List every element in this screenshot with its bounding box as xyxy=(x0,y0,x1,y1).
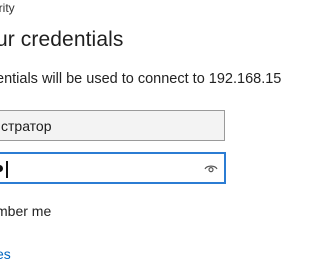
username-value: стратор xyxy=(1,118,52,134)
remember-me-label[interactable]: mber me xyxy=(0,203,51,219)
more-choices-link[interactable]: es xyxy=(0,246,11,262)
dialog-description: entials will be used to connect to 192.1… xyxy=(0,71,282,87)
password-mask xyxy=(0,165,3,172)
dialog-title: ur credentials xyxy=(0,28,124,51)
text-caret xyxy=(6,161,8,178)
dialog-caption: urity xyxy=(0,1,15,15)
reveal-password-icon[interactable] xyxy=(204,162,218,174)
username-field[interactable]: стратор xyxy=(0,110,225,141)
password-field[interactable] xyxy=(0,152,226,184)
